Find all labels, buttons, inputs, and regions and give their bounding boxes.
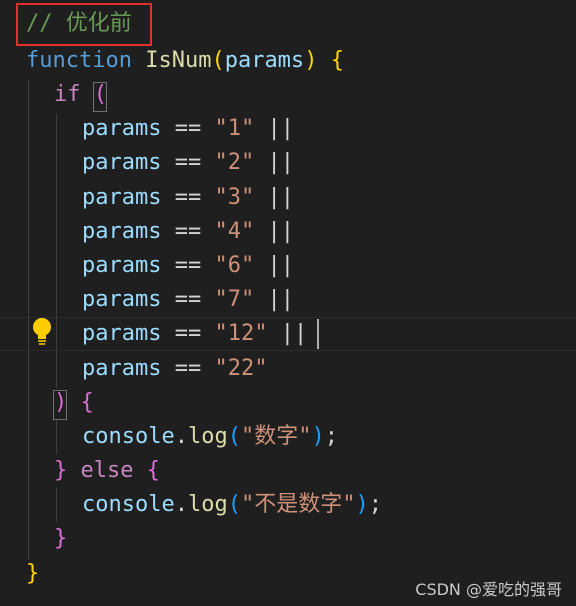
code-token: console bbox=[82, 424, 175, 449]
code-token: params bbox=[82, 116, 162, 141]
code-token: "22" bbox=[214, 356, 268, 381]
code-token: ) bbox=[311, 424, 325, 449]
code-token: "不是数字" bbox=[240, 492, 356, 517]
indent-guide bbox=[56, 114, 57, 388]
code-token: ( bbox=[227, 424, 241, 449]
code-token: console bbox=[82, 492, 175, 517]
indent-guide bbox=[28, 80, 29, 560]
code-token: . bbox=[174, 424, 188, 449]
code-token: ) bbox=[54, 390, 68, 415]
code-token: "2" bbox=[214, 150, 255, 175]
code-token: == bbox=[161, 287, 215, 312]
text-cursor bbox=[317, 319, 319, 349]
code-token: "7" bbox=[214, 287, 255, 312]
code-token: } bbox=[26, 561, 40, 586]
code-token: ; bbox=[324, 424, 338, 449]
code-token: "1" bbox=[214, 116, 255, 141]
code-token: ) bbox=[304, 48, 318, 73]
code-token: == bbox=[161, 219, 215, 244]
code-token: ( bbox=[93, 82, 107, 107]
code-token: "12" bbox=[214, 321, 268, 346]
code-token: params bbox=[82, 356, 162, 381]
code-token: // 优化前 bbox=[26, 11, 132, 36]
code-token: == bbox=[161, 116, 215, 141]
code-token: { bbox=[330, 48, 344, 73]
code-token: || bbox=[254, 253, 294, 278]
code-token: || bbox=[267, 321, 308, 346]
code-token: if bbox=[54, 82, 81, 107]
code-token: log bbox=[187, 492, 228, 517]
code-token: params bbox=[82, 287, 162, 312]
code-token: || bbox=[254, 116, 294, 141]
code-token: params bbox=[82, 321, 162, 346]
code-token: params bbox=[82, 150, 162, 175]
indent-guide bbox=[56, 488, 57, 522]
code-token: params bbox=[82, 185, 162, 210]
code-token: || bbox=[254, 185, 294, 210]
code-token: log bbox=[187, 424, 228, 449]
code-token: == bbox=[161, 253, 215, 278]
code-token: || bbox=[254, 150, 294, 175]
code-token: "4" bbox=[214, 219, 255, 244]
code-token: params bbox=[82, 253, 162, 278]
code-token: } bbox=[54, 458, 68, 483]
code-token: ) bbox=[355, 492, 369, 517]
code-token: "3" bbox=[214, 185, 255, 210]
code-token: ( bbox=[227, 492, 241, 517]
code-token: == bbox=[161, 356, 215, 381]
code-token: ( bbox=[211, 48, 225, 73]
code-token: { bbox=[146, 458, 160, 483]
code-token: || bbox=[254, 219, 294, 244]
code-token: params bbox=[224, 48, 305, 73]
code-token: { bbox=[80, 390, 94, 415]
code-token: "数字" bbox=[240, 424, 312, 449]
indent-guide bbox=[56, 420, 57, 454]
code-token: function bbox=[26, 48, 132, 73]
code-token: params bbox=[82, 219, 162, 244]
watermark-text: CSDN @爱吃的强哥 bbox=[415, 580, 562, 599]
code-token: == bbox=[161, 185, 215, 210]
code-token: ; bbox=[368, 492, 382, 517]
code-editor[interactable]: // 优化前 function IsNum(params) {if (params… bbox=[0, 0, 576, 606]
code-token: else bbox=[80, 458, 134, 483]
code-token: IsNum bbox=[145, 48, 212, 73]
code-token: || bbox=[254, 287, 294, 312]
code-token: "6" bbox=[214, 253, 255, 278]
code-token: == bbox=[161, 150, 215, 175]
code-token: } bbox=[54, 526, 68, 551]
lightbulb-icon[interactable] bbox=[31, 317, 53, 345]
code-token: == bbox=[161, 321, 215, 346]
code-token: . bbox=[174, 492, 188, 517]
